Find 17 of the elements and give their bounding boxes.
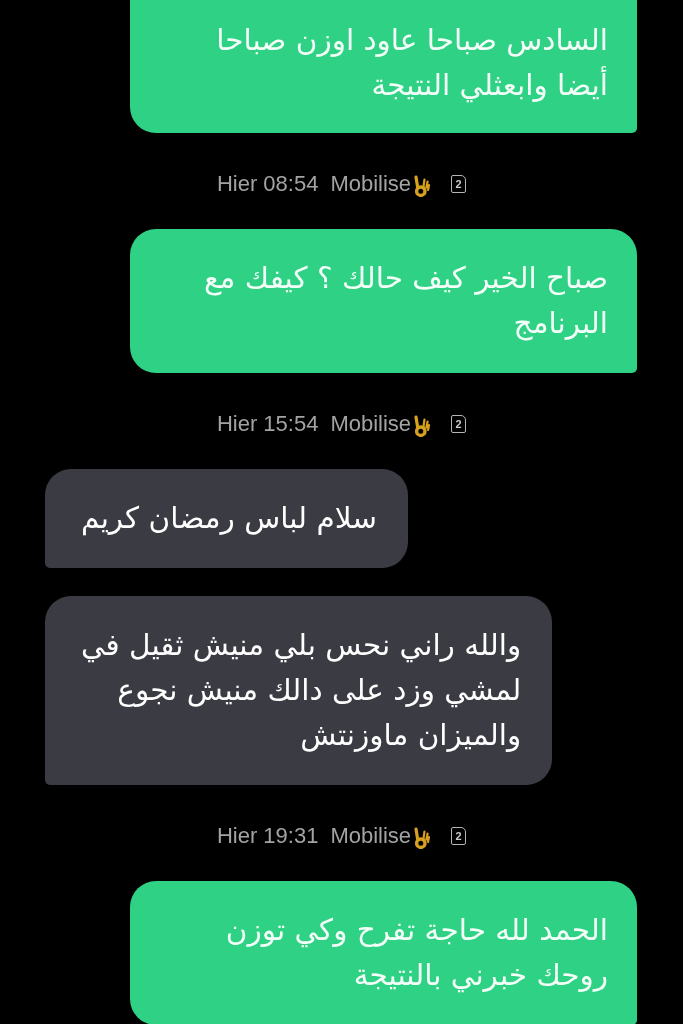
sender-name: Mobilise	[330, 171, 412, 197]
message-text: الحمد لله حاجة تفرح وكي توزن روحك خبرني بالنتيجة	[224, 912, 608, 995]
message-text: صباح الخير كيف حالك ؟ كيفك مع البرنامج	[202, 260, 608, 343]
sim-number: 2	[451, 175, 467, 193]
message-time: Hier 19:31	[216, 823, 319, 849]
ok-hand-icon	[413, 827, 432, 849]
sim-number: 2	[451, 415, 467, 433]
ok-hand-icon	[413, 415, 432, 437]
message-text: والله راني نحس بلي منيش ثقيل في لمشي وزد على دالك منيش نجوع والميزان ماوزنتش	[81, 627, 522, 754]
message-text: سلام لباس رمضان كريم	[81, 500, 378, 538]
sender-name: Mobilise	[330, 411, 412, 437]
sim-number: 2	[451, 827, 467, 845]
message-text: السادس صباحا عاود اوزن صباحا أيضا وابعثلي النتيجة	[215, 22, 608, 105]
message-time: Hier 08:54	[216, 171, 319, 197]
message-time: Hier 15:54	[216, 411, 319, 437]
ok-hand-icon	[413, 175, 432, 197]
sender-name: Mobilise	[330, 823, 412, 849]
